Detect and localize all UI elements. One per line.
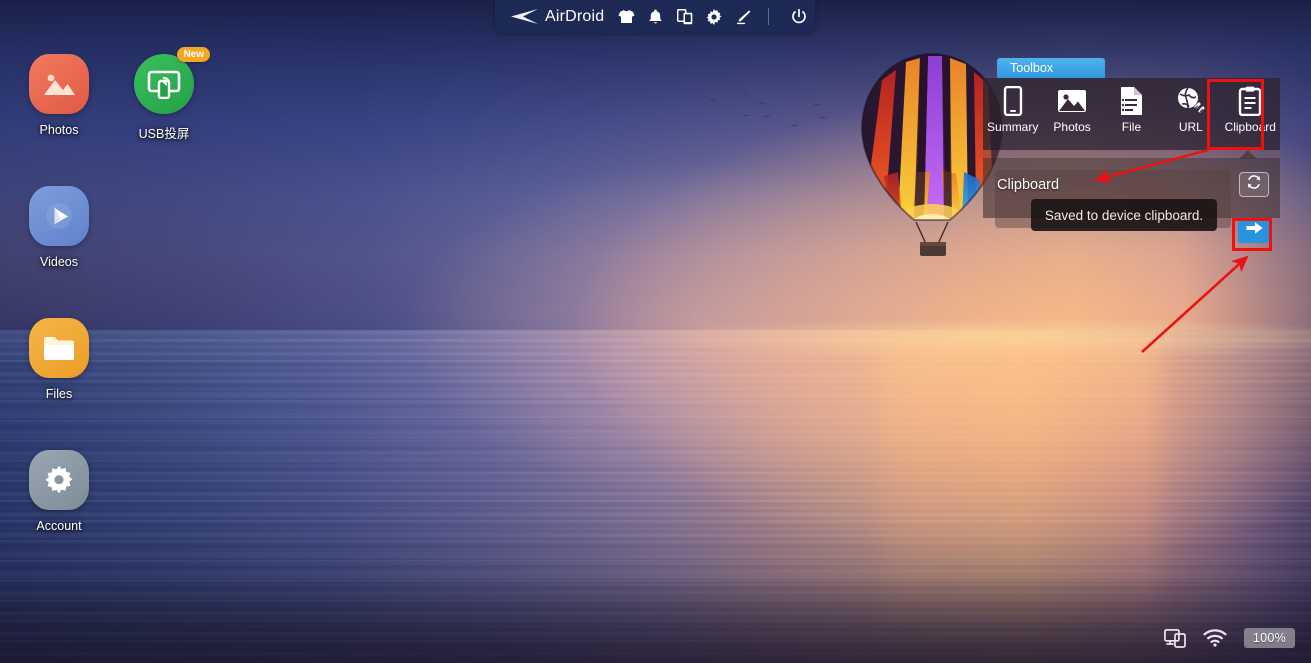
devices-icon[interactable] [676,8,693,25]
new-badge: New [177,47,210,62]
toolbox-item-file[interactable]: File [1104,85,1158,134]
toolbox-item-row: Summary Photos File URL Clipboard [983,78,1280,150]
clipboard-title: Clipboard [997,177,1060,193]
bird-icon: ∼ [758,98,768,110]
arrow-right-icon [1246,221,1263,240]
usb-cast-icon: New [134,47,210,114]
desktop-icon-grid: Photos New USB投屏 Videos Files Account [0,0,230,663]
nav-divider [768,8,770,25]
toolbox-item-label: Photos [1053,120,1091,134]
top-navigation-bar: AirDroid [495,0,815,33]
desktop-icon-label: Photos [39,123,79,137]
brand-name: AirDroid [545,7,605,25]
bird-icon: ∼ [812,99,822,111]
bird-icon: ∼ [740,87,750,99]
toolbox-item-label: File [1121,120,1142,134]
videos-icon [29,186,89,246]
wifi-icon[interactable] [1203,629,1227,647]
clipboard-caret [1239,150,1257,159]
clipboard-toast: Saved to device clipboard. [1031,199,1217,231]
photos-icon [29,54,89,114]
screen-mirror-icon[interactable] [1163,628,1186,648]
bird-icon: ∼ [818,112,828,124]
desktop-icon-label: USB投屏 [138,127,190,141]
clipboard-panel: Clipboard Saved to device clipboard. [983,150,1280,243]
power-icon[interactable] [790,8,807,25]
toolbox-item-url[interactable]: URL [1164,85,1218,134]
status-bar: 100% [1163,625,1295,651]
toolbox-item-summary[interactable]: Summary [986,85,1040,134]
toolbox-item-label: Summary [987,120,1039,134]
toolbox-tab-label: Toolbox [1010,61,1054,75]
bell-icon[interactable] [647,8,664,25]
files-icon [29,318,89,378]
bird-icon: ∼ [762,111,772,123]
desktop-icon-label: Videos [40,255,78,269]
desktop-icon-account[interactable]: Account [9,450,109,533]
desktop-icon-photos[interactable]: Photos [9,54,109,137]
bird-icon: ∼ [790,120,800,132]
pen-icon[interactable] [734,8,751,25]
desktop-icon-label: Files [45,387,73,401]
airdroid-paper-plane-logo-icon [511,9,538,24]
toolbox-tab[interactable]: Toolbox [997,58,1105,78]
gear-icon[interactable] [705,8,722,25]
bird-icon: ∼ [742,110,752,122]
toolbox-item-clipboard[interactable]: Clipboard [1223,85,1277,134]
image-icon [1057,85,1087,117]
toolbox-separator [983,150,1280,158]
globe-link-icon [1176,85,1206,117]
refresh-button[interactable] [1239,172,1269,197]
toolbox-item-photos[interactable]: Photos [1045,85,1099,134]
phone-icon [1003,85,1023,117]
desktop-icon-files[interactable]: Files [9,318,109,401]
account-icon [29,450,89,510]
brand: AirDroid [509,8,604,26]
document-icon [1119,85,1143,117]
battery-status: 100% [1243,628,1295,648]
toolbox-item-label: Clipboard [1224,120,1276,134]
refresh-icon [1246,174,1262,195]
toolbox-item-label: URL [1178,120,1203,134]
clipboard-icon [1238,85,1262,117]
desktop-icon-usb-cast[interactable]: New USB投屏 [114,47,214,142]
bird-icon: ∼ [708,95,718,107]
nav-icon-group [618,8,807,25]
desktop-icon-label: Account [36,519,82,533]
send-to-device-button[interactable] [1238,218,1270,243]
desktop-icon-videos[interactable]: Videos [9,186,109,269]
tshirt-icon[interactable] [618,8,635,25]
